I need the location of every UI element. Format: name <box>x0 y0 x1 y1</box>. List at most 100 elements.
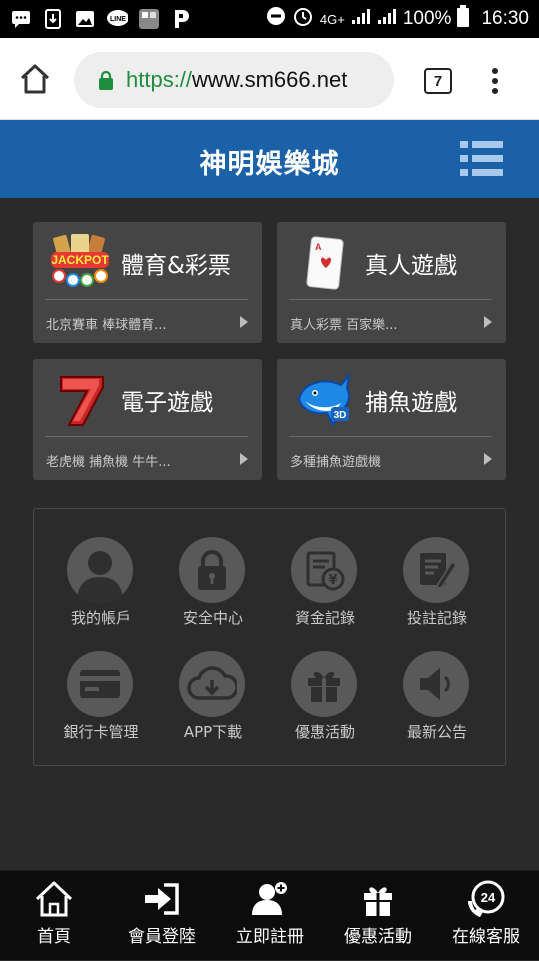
cloud-download-icon <box>179 651 245 717</box>
alarm-icon <box>292 5 314 33</box>
card-title: 電子遊戲 <box>121 390 213 416</box>
menu-security-center[interactable]: 安全中心 <box>157 537 269 637</box>
card-electronic-games[interactable]: 電子遊戲 老虎機 捕魚機 牛牛... <box>33 359 262 480</box>
clock: 16:30 <box>481 8 529 29</box>
chevron-right-icon <box>484 316 492 328</box>
chevron-right-icon <box>240 453 248 465</box>
battery-percent: 100% <box>402 8 452 29</box>
menu-announcements[interactable]: 最新公告 <box>381 651 493 751</box>
home-icon <box>20 64 50 94</box>
menu-promotions[interactable]: 優惠活動 <box>269 651 381 751</box>
shark-3d-icon: 3D <box>297 371 351 428</box>
nav-label: 首頁 <box>37 927 71 947</box>
card-fishing-games[interactable]: 3D 捕魚遊戲 多種捕魚遊戲機 <box>277 359 506 480</box>
image-icon <box>74 8 96 30</box>
gift-icon <box>364 887 392 916</box>
nav-register[interactable]: 立即註冊 <box>216 871 324 961</box>
card-subtitle: 多種捕魚遊戲機 <box>290 455 382 470</box>
home-button[interactable] <box>18 63 52 95</box>
nav-member-login[interactable]: 會員登陸 <box>108 871 216 961</box>
battery-icon <box>457 5 470 33</box>
download-icon <box>42 8 64 30</box>
message-icon <box>10 8 32 30</box>
menu-label: 優惠活動 <box>294 723 355 741</box>
dnd-icon <box>266 6 286 32</box>
svg-text:3D: 3D <box>334 410 347 421</box>
svg-text:A: A <box>315 242 322 252</box>
speaker-icon <box>403 651 469 717</box>
nav-online-support[interactable]: 24 在線客服 <box>432 871 539 961</box>
card-sports-lottery[interactable]: JACKPOT 體育&彩票 北京賽車 棒球體育... <box>33 222 262 343</box>
menu-label: 安全中心 <box>182 609 243 627</box>
svg-text:24: 24 <box>481 890 496 905</box>
bet-record-icon <box>403 537 469 603</box>
line-icon: LINE <box>106 8 128 30</box>
url-text: https://www.sm666.net <box>126 67 347 93</box>
nav-label: 優惠活動 <box>344 927 412 947</box>
register-icon <box>252 882 287 915</box>
card-divider <box>45 436 248 437</box>
menu-funds-record[interactable]: ¥ 資金記錄 <box>269 537 381 637</box>
nav-label: 會員登陸 <box>128 927 196 947</box>
menu-label: 投註記錄 <box>406 609 467 627</box>
status-bar: LINE 4G+ 100% 16:30 <box>0 0 539 38</box>
user-icon <box>67 537 133 603</box>
signal-text: 4G+ <box>319 11 345 27</box>
menu-app-download[interactable]: APP下載 <box>157 651 269 751</box>
menu-label: APP下載 <box>183 723 243 741</box>
notification-icons: LINE <box>10 8 192 30</box>
more-vert-icon <box>492 68 498 94</box>
support-24-icon: 24 <box>468 880 505 917</box>
card-divider <box>289 299 492 300</box>
funds-record-icon: ¥ <box>291 537 357 603</box>
list-menu-icon <box>460 141 503 176</box>
lock-icon <box>99 70 113 90</box>
card-subtitle: 北京賽車 棒球體育... <box>46 318 167 333</box>
card-divider <box>45 299 248 300</box>
nav-home[interactable]: 首頁 <box>0 871 108 961</box>
site-header: 神明娛樂城 <box>0 120 539 198</box>
nav-label: 立即註冊 <box>236 927 304 947</box>
site-title: 神明娛樂城 <box>199 149 340 180</box>
app-icon <box>138 8 160 30</box>
menu-label: 資金記錄 <box>294 609 355 627</box>
card-divider <box>289 436 492 437</box>
card-title: 體育&彩票 <box>121 253 231 279</box>
card-live-games[interactable]: A 真人遊戲 真人彩票 百家樂... <box>277 222 506 343</box>
lock-icon <box>179 537 245 603</box>
svg-text:LINE: LINE <box>110 16 126 23</box>
browser-menu-button[interactable] <box>488 66 502 96</box>
login-icon <box>145 883 179 915</box>
jackpot-lottery-icon: JACKPOT <box>51 234 109 287</box>
card-title: 捕魚遊戲 <box>365 390 457 416</box>
menu-label: 我的帳戶 <box>70 609 131 627</box>
tab-switcher-button[interactable]: 7 <box>424 68 452 94</box>
lucky-seven-icon <box>60 376 104 426</box>
bank-card-icon <box>67 651 133 717</box>
chevron-right-icon <box>240 316 248 328</box>
signal-icon-2 <box>377 7 397 31</box>
gift-icon <box>291 651 357 717</box>
nav-label: 在線客服 <box>452 927 520 947</box>
card-title: 真人遊戲 <box>365 253 457 279</box>
menu-label: 最新公告 <box>406 723 467 741</box>
url-host: www.sm666.net <box>192 67 348 92</box>
url-scheme: https:// <box>126 67 193 92</box>
browser-toolbar: https://www.sm666.net 7 <box>0 38 539 120</box>
card-subtitle: 老虎機 捕魚機 牛牛... <box>46 455 171 470</box>
menu-bet-record[interactable]: 投註記錄 <box>381 537 493 637</box>
home-icon <box>35 881 73 917</box>
menu-label: 銀行卡管理 <box>63 723 139 741</box>
menu-my-account[interactable]: 我的帳戶 <box>45 537 157 637</box>
nav-promotions[interactable]: 優惠活動 <box>324 871 432 961</box>
svg-text:JACKPOT: JACKPOT <box>51 253 109 267</box>
account-menu-panel: 我的帳戶 安全中心 ¥ 資金記錄 投註記錄 銀行卡管理 APP下載 優惠活動 最… <box>33 508 506 766</box>
chevron-right-icon <box>484 453 492 465</box>
bottom-nav: 首頁 會員登陸 立即註冊 優惠活動 24 在線客服 <box>0 870 539 960</box>
menu-button[interactable] <box>460 140 504 178</box>
address-bar[interactable]: https://www.sm666.net <box>74 52 394 108</box>
p-icon <box>170 8 192 30</box>
playing-card-icon: A <box>306 236 344 290</box>
menu-bank-card[interactable]: 銀行卡管理 <box>45 651 157 751</box>
card-subtitle: 真人彩票 百家樂... <box>290 318 398 333</box>
